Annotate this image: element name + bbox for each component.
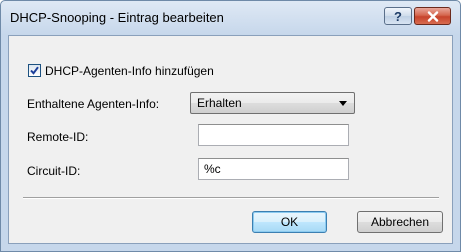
close-icon [427, 10, 438, 22]
circuit-id-label: Circuit-ID: [27, 164, 81, 178]
help-button[interactable]: ? [384, 7, 412, 25]
ok-button[interactable]: OK [252, 211, 327, 233]
agent-info-checkbox-label[interactable]: DHCP-Agenten-Info hinzufügen [45, 64, 214, 78]
agent-info-label: Enthaltene Agenten-Info: [27, 97, 160, 111]
checkmark-icon [30, 66, 39, 75]
agent-info-selected: Erhalten [197, 96, 242, 110]
agent-info-checkbox[interactable] [28, 64, 41, 77]
cancel-button[interactable]: Abbrechen [357, 211, 443, 233]
remote-id-label: Remote-ID: [27, 130, 89, 144]
window-title: DHCP-Snooping - Eintrag bearbeiten [10, 10, 224, 25]
title-bar[interactable]: DHCP-Snooping - Eintrag bearbeiten ? [1, 1, 460, 35]
divider [23, 197, 439, 199]
agent-info-select[interactable]: Erhalten [190, 92, 355, 114]
help-icon: ? [394, 8, 402, 24]
close-button[interactable] [414, 7, 451, 25]
remote-id-input[interactable] [198, 124, 349, 146]
circuit-id-input[interactable]: %c [198, 158, 349, 180]
chevron-down-icon [339, 101, 347, 106]
dialog-window: DHCP-Snooping - Eintrag bearbeiten ? DHC… [0, 0, 461, 252]
dialog-content: DHCP-Agenten-Info hinzufügen Enthaltene … [8, 35, 453, 244]
